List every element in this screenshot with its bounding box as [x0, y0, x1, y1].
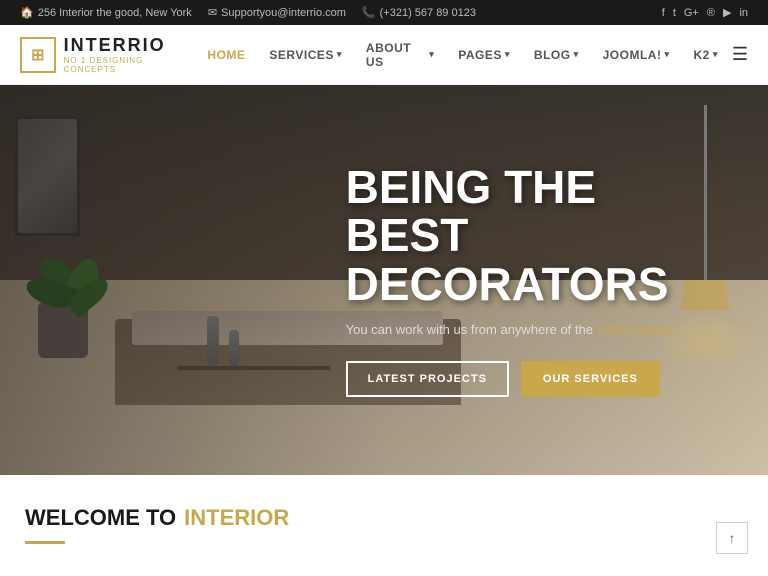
welcome-title: WELCOME TO INTERIOR: [25, 505, 743, 531]
hero-subtitle-highlight: united states: [597, 322, 671, 337]
nav-about[interactable]: ABOUT US ▾: [356, 33, 444, 77]
latest-projects-button[interactable]: LATEST PROJECTS: [346, 361, 509, 397]
phone-text: (+321) 567 89 0123: [380, 7, 476, 19]
nav-blog[interactable]: BLOG ▾: [524, 40, 589, 70]
main-nav: HOME SERVICES ▾ ABOUT US ▾ PAGES ▾ BLOG …: [197, 33, 748, 77]
pages-dropdown-arrow: ▾: [505, 49, 510, 60]
hero-title: BEING THE BEST DECORATORS: [346, 163, 708, 308]
welcome-underline: [25, 541, 65, 544]
scroll-to-top-button[interactable]: ↑: [716, 522, 748, 554]
welcome-accent: INTERIOR: [184, 505, 289, 531]
linkedin-icon[interactable]: in: [739, 7, 748, 19]
logo[interactable]: ⊞ INTERRIO NO 1 DESIGNING CONCEPTS: [20, 35, 197, 74]
location-icon: 🏠: [20, 6, 34, 19]
joomla-dropdown-arrow: ▾: [664, 49, 669, 60]
email-item: ✉ Supportyou@interrio.com: [208, 6, 346, 19]
pinterest-icon[interactable]: ®: [707, 7, 715, 19]
hamburger-menu[interactable]: ☰: [732, 44, 748, 65]
logo-icon: ⊞: [20, 37, 56, 73]
logo-name: INTERRIO: [64, 35, 198, 56]
email-text: Supportyou@interrio.com: [221, 7, 346, 19]
facebook-icon[interactable]: f: [662, 7, 665, 19]
nav-k2[interactable]: K2 ▾: [683, 40, 727, 70]
twitter-icon[interactable]: t: [673, 7, 676, 19]
hero-subtitle: You can work with us from anywhere of th…: [346, 322, 708, 337]
about-dropdown-arrow: ▾: [429, 49, 434, 60]
hero-section: BEING THE BEST DECORATORS You can work w…: [0, 85, 768, 475]
nav-home[interactable]: HOME: [197, 40, 255, 70]
phone-icon: 📞: [362, 6, 376, 19]
top-bar-left: 🏠 256 Interior the good, New York ✉ Supp…: [20, 6, 476, 19]
address-item: 🏠 256 Interior the good, New York: [20, 6, 192, 19]
youtube-icon[interactable]: ▶: [723, 6, 731, 19]
our-services-button[interactable]: OUR SERVICES: [521, 361, 660, 397]
welcome-wrapper: WELCOME TO INTERIOR ↑: [0, 475, 768, 564]
k2-dropdown-arrow: ▾: [713, 49, 718, 60]
nav-services[interactable]: SERVICES ▾: [259, 40, 352, 70]
phone-item: 📞 (+321) 567 89 0123: [362, 6, 476, 19]
blog-dropdown-arrow: ▾: [574, 49, 579, 60]
logo-tagline: NO 1 DESIGNING CONCEPTS: [64, 56, 198, 74]
hero-content: BEING THE BEST DECORATORS You can work w…: [346, 163, 768, 397]
header: ⊞ INTERRIO NO 1 DESIGNING CONCEPTS HOME …: [0, 25, 768, 85]
logo-text: INTERRIO NO 1 DESIGNING CONCEPTS: [64, 35, 198, 74]
services-dropdown-arrow: ▾: [337, 49, 342, 60]
hero-buttons: LATEST PROJECTS OUR SERVICES: [346, 361, 708, 397]
email-icon: ✉: [208, 6, 217, 19]
social-links: f t G+ ® ▶ in: [662, 6, 748, 19]
top-bar: 🏠 256 Interior the good, New York ✉ Supp…: [0, 0, 768, 25]
welcome-section: WELCOME TO INTERIOR: [0, 475, 768, 564]
googleplus-icon[interactable]: G+: [684, 7, 699, 19]
address-text: 256 Interior the good, New York: [38, 7, 192, 19]
nav-pages[interactable]: PAGES ▾: [448, 40, 520, 70]
nav-joomla[interactable]: JOOMLA! ▾: [593, 40, 680, 70]
